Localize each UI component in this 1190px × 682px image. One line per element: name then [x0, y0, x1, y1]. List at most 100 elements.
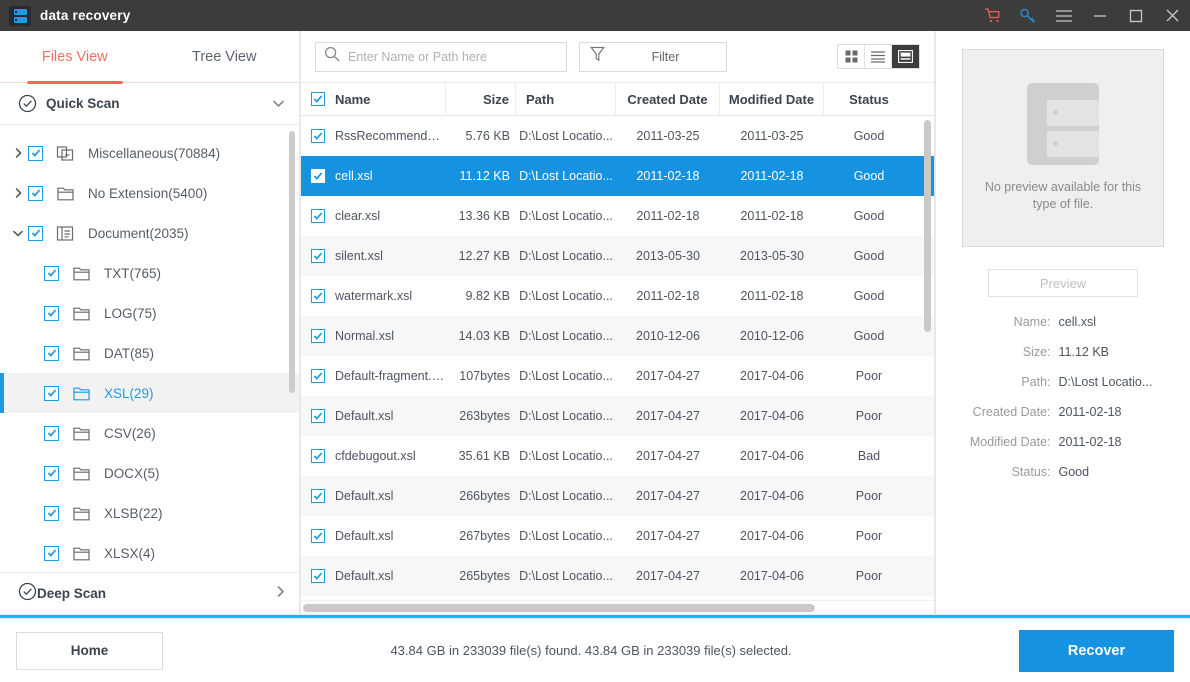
row-checkbox[interactable] — [311, 369, 325, 383]
preview-button[interactable]: Preview — [988, 269, 1138, 297]
sidebar-item-xlsx[interactable]: XLSX(4) — [0, 533, 299, 572]
folder-icon — [56, 184, 75, 203]
row-checkbox[interactable] — [311, 569, 325, 583]
deep-scan-header[interactable]: Deep Scan — [0, 572, 299, 614]
table-toolbar: Filter — [301, 31, 934, 83]
title-bar: data recovery — [0, 0, 1190, 31]
cell-status: Poor — [855, 529, 883, 543]
tree-item-checkbox[interactable] — [28, 185, 43, 201]
metadata-key: Modified Date: — [969, 435, 1051, 449]
tab-tree-view[interactable]: Tree View — [150, 31, 300, 83]
folder-icon — [72, 344, 91, 363]
table-row[interactable]: Default.xsl 263bytes D:\Lost Locatio... 201… — [301, 396, 934, 436]
sidebar-item-xlsb[interactable]: XLSB(22) — [0, 493, 299, 533]
tree-item-checkbox[interactable] — [44, 425, 59, 441]
folder-icon — [72, 384, 91, 403]
cell-status: Good — [853, 329, 885, 343]
table-row[interactable]: Default.xsl 265bytes D:\Lost Locatio... 201… — [301, 556, 934, 596]
metadata-value: D:\Lost Locatio... — [1058, 375, 1153, 389]
recover-button[interactable]: Recover — [1019, 629, 1174, 672]
detail-view-icon[interactable] — [892, 45, 919, 68]
column-header-created[interactable]: Created Date — [616, 82, 720, 116]
row-checkbox[interactable] — [311, 289, 325, 303]
sidebar-item-xsl[interactable]: XSL(29) — [0, 373, 299, 413]
cell-path: D:\Lost Locatio... — [519, 489, 613, 503]
row-checkbox[interactable] — [311, 529, 325, 543]
column-header-size[interactable]: Size — [446, 82, 516, 116]
sidebar-scrollbar[interactable] — [289, 131, 295, 393]
table-row[interactable]: RssRecommendati... 5.76 KB D:\Lost Locatio… — [301, 116, 934, 156]
key-icon[interactable] — [1010, 0, 1046, 31]
maximize-icon[interactable] — [1118, 0, 1154, 31]
menu-icon[interactable] — [1046, 0, 1082, 31]
select-all-checkbox[interactable] — [311, 92, 325, 106]
table-row[interactable]: Default.xsl 267bytes D:\Lost Locatio... 201… — [301, 516, 934, 556]
metadata-key: Status: — [1011, 465, 1051, 479]
cell-path: D:\Lost Locatio... — [519, 409, 613, 423]
tree-item-checkbox[interactable] — [44, 385, 59, 401]
chevron-down-icon[interactable] — [8, 229, 28, 238]
filter-label: Filter — [651, 49, 680, 64]
chevron-right-icon[interactable] — [8, 147, 28, 159]
tree-item-checkbox[interactable] — [44, 265, 59, 281]
table-row[interactable]: cell.xsl 11.12 KB D:\Lost Locatio... 2011-0… — [301, 156, 934, 196]
tree-item-checkbox[interactable] — [44, 465, 59, 481]
cell-path: D:\Lost Locatio... — [519, 329, 613, 343]
filter-button[interactable]: Filter — [579, 41, 727, 72]
tree-item-checkbox[interactable] — [44, 545, 59, 561]
search-input[interactable] — [348, 49, 558, 64]
table-row[interactable]: Default.xsl 266bytes D:\Lost Locatio... 201… — [301, 476, 934, 516]
sidebar-item-miscellaneous[interactable]: Miscellaneous(70884) — [0, 133, 299, 173]
cell-path: D:\Lost Locatio... — [519, 369, 613, 383]
preview-panel: No preview available for this type of fi… — [935, 31, 1190, 615]
tree-item-checkbox[interactable] — [28, 145, 43, 161]
tree-item-checkbox[interactable] — [44, 345, 59, 361]
minimize-icon[interactable] — [1082, 0, 1118, 31]
folder-icon — [72, 504, 91, 523]
cell-size: 265bytes — [459, 569, 510, 583]
sidebar-item-log[interactable]: LOG(75) — [0, 293, 299, 333]
cart-icon[interactable] — [974, 0, 1010, 31]
sidebar-item-csv[interactable]: CSV(26) — [0, 413, 299, 453]
tree-item-checkbox[interactable] — [28, 225, 43, 241]
chevron-right-icon[interactable] — [8, 187, 28, 199]
table-row[interactable]: Default-fragment.xsl 107bytes D:\Lost Loca… — [301, 356, 934, 396]
cell-name: Default-fragment.xsl — [335, 369, 446, 383]
sidebar-item-label: DOCX(5) — [104, 465, 160, 481]
tab-files-view[interactable]: Files View — [0, 31, 150, 83]
table-row[interactable]: silent.xsl 12.27 KB D:\Lost Locatio... 2013… — [301, 236, 934, 276]
row-checkbox[interactable] — [311, 449, 325, 463]
sidebar-item-dat[interactable]: DAT(85) — [0, 333, 299, 373]
tree-item-checkbox[interactable] — [44, 305, 59, 321]
row-checkbox[interactable] — [311, 489, 325, 503]
sidebar-item-no-extension[interactable]: No Extension(5400) — [0, 173, 299, 213]
home-button[interactable]: Home — [16, 631, 163, 670]
column-header-modified[interactable]: Modified Date — [720, 82, 824, 116]
row-checkbox[interactable] — [311, 129, 325, 143]
sidebar-item-docx[interactable]: DOCX(5) — [0, 453, 299, 493]
tree-item-checkbox[interactable] — [44, 505, 59, 521]
table-row[interactable]: watermark.xsl 9.82 KB D:\Lost Locatio... 20… — [301, 276, 934, 316]
quick-scan-header[interactable]: Quick Scan — [0, 83, 299, 125]
row-checkbox[interactable] — [311, 169, 325, 183]
sidebar-item-document[interactable]: Document(2035) — [0, 213, 299, 253]
close-icon[interactable] — [1154, 0, 1190, 31]
list-view-icon[interactable] — [865, 45, 892, 68]
grid-view-icon[interactable] — [838, 45, 865, 68]
table-row[interactable]: clear.xsl 13.36 KB D:\Lost Locatio... 2011-… — [301, 196, 934, 236]
sidebar-item-txt[interactable]: TXT(765) — [0, 253, 299, 293]
column-header-path[interactable]: Path — [516, 82, 616, 116]
column-header-status[interactable]: Status — [824, 83, 914, 116]
cell-created-date: 2017-04-27 — [636, 569, 700, 583]
table-horizontal-scrollbar[interactable] — [303, 604, 815, 612]
search-box[interactable] — [315, 41, 567, 72]
row-checkbox[interactable] — [311, 249, 325, 263]
column-header-name[interactable]: Name — [301, 82, 446, 116]
table-row[interactable]: Normal.xsl 14.03 KB D:\Lost Locatio... 2010… — [301, 316, 934, 356]
status-text: 43.84 GB in 233039 file(s) found. 43.84 … — [390, 643, 792, 658]
table-row[interactable]: cfdebugout.xsl 35.61 KB D:\Lost Locatio...… — [301, 436, 934, 476]
table-vertical-scrollbar[interactable] — [924, 120, 931, 332]
row-checkbox[interactable] — [311, 209, 325, 223]
row-checkbox[interactable] — [311, 329, 325, 343]
row-checkbox[interactable] — [311, 409, 325, 423]
